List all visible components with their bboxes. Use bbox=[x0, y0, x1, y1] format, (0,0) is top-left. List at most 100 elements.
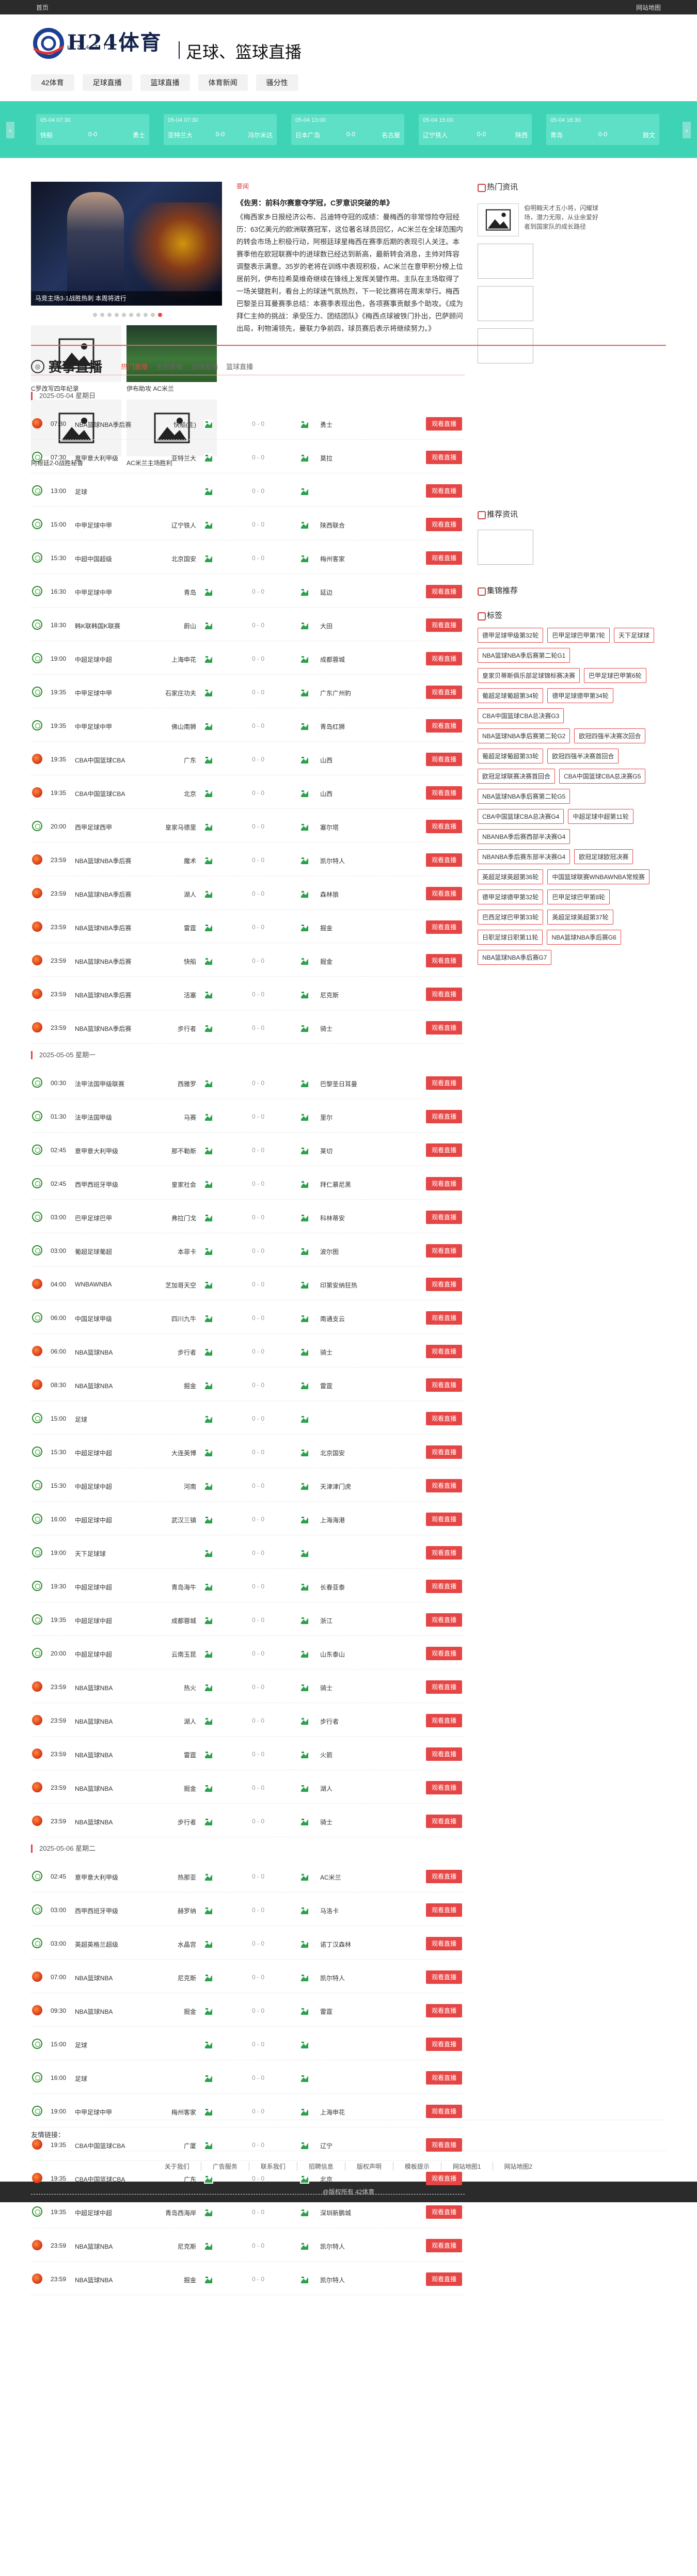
tag-link[interactable]: 日职足球日职第11轮 bbox=[478, 930, 543, 945]
nav-item[interactable]: 篮球直播 bbox=[140, 74, 190, 91]
live-tab[interactable]: 足球直播 bbox=[191, 361, 218, 371]
match-row[interactable]: 18:30 韩K联韩国K联赛 蔚山 0 - 0 大田 观看直播 bbox=[31, 608, 465, 641]
tag-link[interactable]: NBA篮球NBA季后赛第二轮G1 bbox=[478, 648, 571, 663]
match-row[interactable]: 23:59 NBA篮球NBA季后赛 雷霆 0 - 0 掘金 观看直播 bbox=[31, 910, 465, 943]
watch-live-button[interactable]: 观看直播 bbox=[426, 2071, 462, 2085]
match-row[interactable]: 07:30 NBA篮球NBA季后赛 快船(主) 0 - 0 勇士 观看直播 bbox=[31, 407, 465, 440]
tag-link[interactable]: 欧冠足球联赛决赛首回合 bbox=[478, 769, 556, 784]
tag-link[interactable]: 欧冠足球欧冠决赛 bbox=[574, 849, 633, 864]
tag-link[interactable]: 巴甲足球巴甲第6轮 bbox=[584, 668, 646, 683]
match-row[interactable]: 19:35 CBA中国篮球CBA 广东 0 - 0 北京 观看直播 bbox=[31, 2161, 465, 2195]
watch-live-button[interactable]: 观看直播 bbox=[426, 2138, 462, 2152]
match-row[interactable]: 19:00 中超足球中超 上海申花 0 - 0 成都蓉城 观看直播 bbox=[31, 642, 465, 675]
watch-live-button[interactable]: 观看直播 bbox=[426, 417, 462, 431]
watch-live-button[interactable]: 观看直播 bbox=[426, 2172, 462, 2185]
tag-link[interactable]: 英超足球英超第36轮 bbox=[478, 869, 544, 884]
slider-dot[interactable] bbox=[144, 313, 148, 317]
match-row[interactable]: 02:45 意甲意大利甲级 热那亚 0 - 0 AC米兰 观看直播 bbox=[31, 1859, 465, 1893]
watch-live-button[interactable]: 观看直播 bbox=[426, 686, 462, 699]
watch-live-button[interactable]: 观看直播 bbox=[426, 719, 462, 733]
match-row[interactable]: 23:59 NBA篮球NBA季后赛 湖人 0 - 0 森林狼 观看直播 bbox=[31, 877, 465, 910]
watch-live-button[interactable]: 观看直播 bbox=[426, 1580, 462, 1593]
sitemap-link[interactable]: 网站地图 bbox=[636, 3, 661, 12]
logo[interactable]: H24体育 bbox=[31, 26, 162, 61]
match-row[interactable]: 13:00 足球 0 - 0 观看直播 bbox=[31, 474, 465, 507]
slider-dot[interactable] bbox=[136, 313, 140, 317]
match-row[interactable]: 06:00 中国足球甲级 四川九牛 0 - 0 南通支云 观看直播 bbox=[31, 1301, 465, 1334]
slider-dot[interactable] bbox=[107, 313, 112, 317]
nav-item[interactable]: 足球直播 bbox=[82, 74, 132, 91]
tag-link[interactable]: CBA中国篮球CBA总决赛G5 bbox=[559, 769, 646, 784]
match-row[interactable]: 23:59 NBA篮球NBA季后赛 步行者 0 - 0 骑士 观看直播 bbox=[31, 1011, 465, 1044]
tag-link[interactable]: CBA中国篮球CBA总决赛G4 bbox=[478, 809, 564, 824]
match-row[interactable]: 15:00 中甲足球中甲 辽宁铁人 0 - 0 陕西联合 观看直播 bbox=[31, 507, 465, 540]
tag-link[interactable]: NBA篮球NBA季后赛第二轮G2 bbox=[478, 728, 571, 743]
watch-live-button[interactable]: 观看直播 bbox=[426, 1747, 462, 1761]
watch-live-button[interactable]: 观看直播 bbox=[426, 920, 462, 934]
match-row[interactable]: 23:59 NBA篮球NBA 步行者 0 - 0 骑士 观看直播 bbox=[31, 1804, 465, 1837]
watch-live-button[interactable]: 观看直播 bbox=[426, 1412, 462, 1425]
match-row[interactable]: 03:00 葡超足球葡超 本菲卡 0 - 0 波尔图 观看直播 bbox=[31, 1234, 465, 1267]
match-row[interactable]: 03:00 西甲西班牙甲级 赫罗纳 0 - 0 马洛卡 观看直播 bbox=[31, 1893, 465, 1926]
tag-link[interactable]: NBA篮球NBA季后赛G6 bbox=[547, 930, 621, 945]
watch-live-button[interactable]: 观看直播 bbox=[426, 1647, 462, 1660]
strip-prev-button[interactable]: ‹ bbox=[6, 122, 14, 138]
watch-live-button[interactable]: 观看直播 bbox=[426, 2004, 462, 2017]
recommend-thumb[interactable] bbox=[478, 530, 533, 565]
match-row[interactable]: 07:30 意甲意大利甲级 亚特兰大 0 - 0 莫拉 观看直播 bbox=[31, 440, 465, 473]
tag-link[interactable]: 欧冠四强半决赛次回合 bbox=[574, 728, 646, 743]
slider-dot[interactable] bbox=[158, 313, 162, 317]
news-title[interactable]: 《佐男：前科尔赛意夺学冠，C罗意识突破的单》 bbox=[236, 198, 464, 208]
watch-live-button[interactable]: 观看直播 bbox=[426, 1177, 462, 1190]
match-row[interactable]: 19:00 天下足球球 0 - 0 观看直播 bbox=[31, 1536, 465, 1569]
match-row[interactable]: 00:30 法甲法国甲级联赛 西雅罗 0 - 0 巴黎圣日耳曼 观看直播 bbox=[31, 1066, 465, 1099]
match-row[interactable]: 07:00 NBA篮球NBA 尼克斯 0 - 0 凯尔特人 观看直播 bbox=[31, 1960, 465, 1993]
tag-link[interactable]: 中超足球中超第11轮 bbox=[568, 809, 633, 824]
watch-live-button[interactable]: 观看直播 bbox=[426, 1870, 462, 1883]
match-row[interactable]: 19:35 中超足球中超 青岛西海岸 0 - 0 深圳新鹏城 观看直播 bbox=[31, 2195, 465, 2228]
watch-live-button[interactable]: 观看直播 bbox=[426, 1211, 462, 1224]
match-card[interactable]: 05-04 07:30 亚特兰大 0-0 冯尔米达 bbox=[164, 114, 277, 145]
match-row[interactable]: 03:00 巴甲足球巴甲 弗拉门戈 0 - 0 科林蒂安 观看直播 bbox=[31, 1200, 465, 1233]
tag-link[interactable]: 英超足球英超第37轮 bbox=[547, 910, 613, 925]
home-link[interactable]: 首页 bbox=[36, 3, 49, 12]
watch-live-button[interactable]: 观看直播 bbox=[426, 1970, 462, 1984]
watch-live-button[interactable]: 观看直播 bbox=[426, 1903, 462, 1917]
watch-live-button[interactable]: 观看直播 bbox=[426, 1076, 462, 1090]
tag-link[interactable]: 巴甲足球巴甲第8轮 bbox=[547, 889, 610, 904]
match-row[interactable]: 16:30 中甲足球中甲 青岛 0 - 0 延边 观看直播 bbox=[31, 575, 465, 608]
match-row[interactable]: 23:59 NBA篮球NBA 湖人 0 - 0 步行者 观看直播 bbox=[31, 1704, 465, 1737]
nav-item[interactable]: 骚分性 bbox=[256, 74, 298, 91]
match-card[interactable]: 05-04 15:00 辽宁铁人 0-0 陕西 bbox=[419, 114, 532, 145]
match-row[interactable]: 06:00 NBA篮球NBA 步行者 0 - 0 骑士 观看直播 bbox=[31, 1334, 465, 1367]
watch-live-button[interactable]: 观看直播 bbox=[426, 887, 462, 900]
tag-link[interactable]: 德甲足球甲级第32轮 bbox=[478, 628, 544, 643]
tag-link[interactable]: 德甲足球德甲第34轮 bbox=[547, 688, 613, 703]
tag-link[interactable]: 巴西足球巴甲第33轮 bbox=[478, 910, 544, 925]
watch-live-button[interactable]: 观看直播 bbox=[426, 853, 462, 867]
match-row[interactable]: 15:30 中超中国超级 北京国安 0 - 0 梅州客家 观看直播 bbox=[31, 541, 465, 574]
live-tab[interactable]: 热门直播 bbox=[121, 361, 148, 371]
hot-news-item[interactable]: 伯明翰天才五小将，闪耀球场，潜力无限，从业余爱好者到国家队的成长路径 bbox=[478, 203, 666, 236]
tag-link[interactable]: 皇家贝蒂斯俱乐部足球锦标赛决赛 bbox=[478, 668, 580, 683]
tag-link[interactable]: 葡超足球葡超第34轮 bbox=[478, 688, 544, 703]
watch-live-button[interactable]: 观看直播 bbox=[426, 1815, 462, 1828]
watch-live-button[interactable]: 观看直播 bbox=[426, 753, 462, 766]
match-card[interactable]: 05-04 13:00 日本广岛 0-0 名古屋 bbox=[291, 114, 404, 145]
slider-dot[interactable] bbox=[100, 313, 104, 317]
watch-live-button[interactable]: 观看直播 bbox=[426, 1513, 462, 1526]
match-row[interactable]: 19:00 中甲足球中甲 梅州客家 0 - 0 上海申花 观看直播 bbox=[31, 2094, 465, 2127]
watch-live-button[interactable]: 观看直播 bbox=[426, 2105, 462, 2118]
watch-live-button[interactable]: 观看直播 bbox=[426, 451, 462, 464]
tag-link[interactable]: 德甲足球德甲第32轮 bbox=[478, 889, 544, 904]
watch-live-button[interactable]: 观看直播 bbox=[426, 2038, 462, 2051]
tag-link[interactable]: CBA中国篮球CBA总决赛G3 bbox=[478, 708, 564, 723]
watch-live-button[interactable]: 观看直播 bbox=[426, 1937, 462, 1950]
match-row[interactable]: 20:00 中超足球中超 云南玉昆 0 - 0 山东泰山 观看直播 bbox=[31, 1636, 465, 1669]
nav-item[interactable]: 42体育 bbox=[31, 74, 74, 91]
watch-live-button[interactable]: 观看直播 bbox=[426, 1680, 462, 1694]
watch-live-button[interactable]: 观看直播 bbox=[426, 1244, 462, 1258]
match-row[interactable]: 16:00 足球 0 - 0 观看直播 bbox=[31, 2061, 465, 2094]
watch-live-button[interactable]: 观看直播 bbox=[426, 820, 462, 833]
match-row[interactable]: 09:30 NBA篮球NBA 掘金 0 - 0 雷霆 观看直播 bbox=[31, 1994, 465, 2027]
